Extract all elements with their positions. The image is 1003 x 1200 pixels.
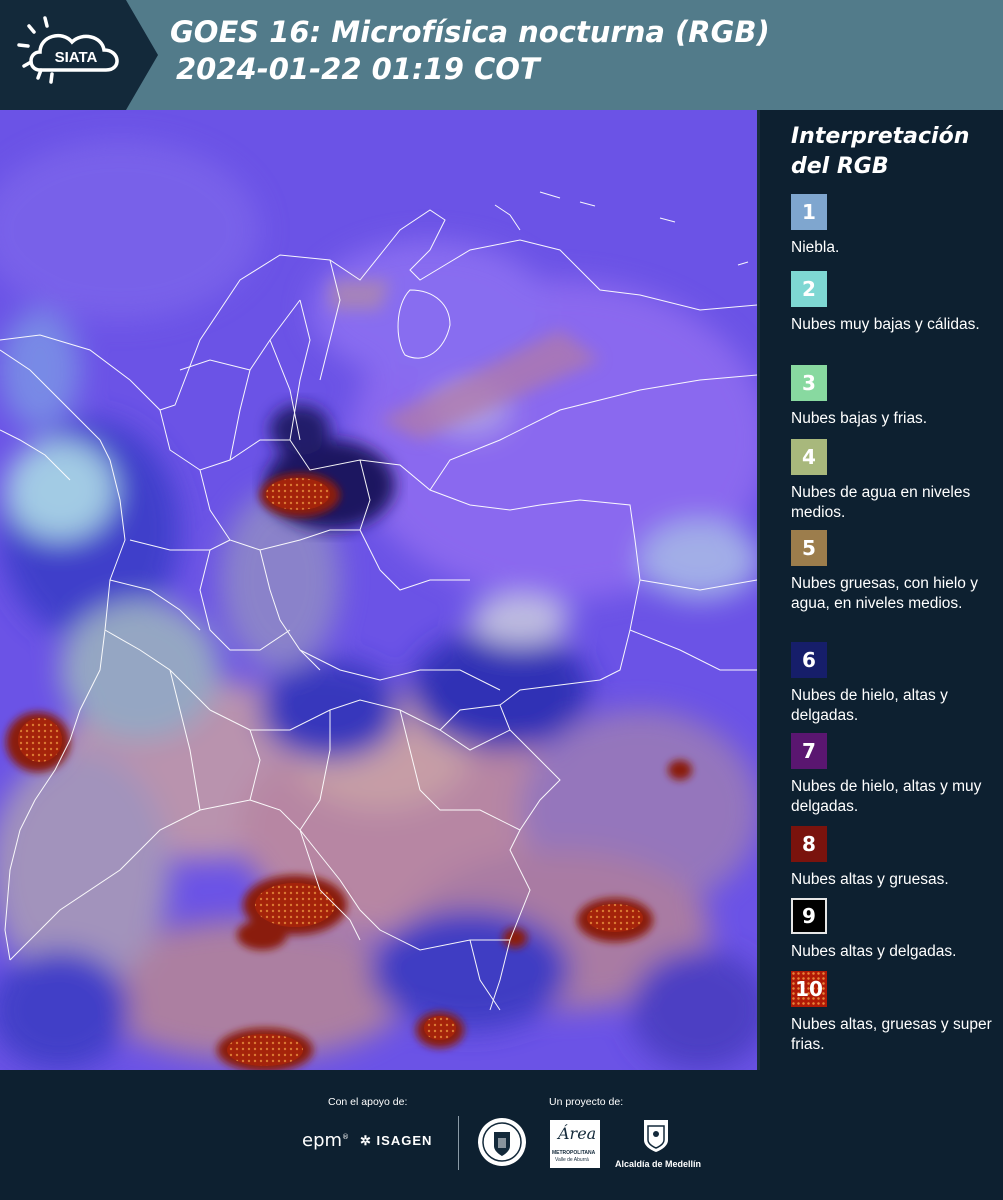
legend-swatch: 4 [791, 439, 827, 475]
isagen-logo: ✲ ISAGEN [360, 1133, 432, 1149]
epm-text: epm [302, 1130, 343, 1151]
legend-item-5: 5 Nubes gruesas, con hielo y agua, en ni… [791, 530, 1001, 614]
satellite-map [0, 110, 757, 1070]
legend-panel: Interpretación del RGB 1 Niebla. 2 Nubes… [757, 110, 1003, 1070]
legend-swatch: 6 [791, 642, 827, 678]
legend-swatch: 7 [791, 733, 827, 769]
legend-item-2: 2 Nubes muy bajas y cálidas. [791, 271, 1001, 335]
legend-label: Niebla. [791, 239, 840, 256]
title-timestamp: 2024-01-22 01:19 COT [176, 52, 540, 86]
legend-item-7: 7 Nubes de hielo, altas y muy delgadas. [791, 733, 1001, 817]
alcaldia-text: Alcaldía de Medellín [614, 1159, 702, 1169]
legend-label: Nubes de hielo, altas y muy delgadas. [791, 778, 982, 815]
legend-title: Interpretación del RGB [791, 122, 969, 182]
legend-swatch: 8 [791, 826, 827, 862]
isagen-mark-icon: ✲ [360, 1133, 372, 1148]
logo-text: SIATA [55, 49, 98, 66]
area-metropolitana-logo: Área METROPOLITANA Valle de Aburrá [550, 1120, 600, 1168]
title-line1: GOES 16: Microfísica nocturna (RGB) [170, 15, 770, 49]
page-title: GOES 16: Microfísica nocturna (RGB) 2024… [170, 14, 770, 88]
support-label: Con el apoyo de: [328, 1096, 408, 1108]
isagen-text: ISAGEN [376, 1133, 433, 1148]
area-text: Área [558, 1124, 597, 1143]
legend-item-3: 3 Nubes bajas y frias. [791, 365, 1001, 429]
legend-swatch: 5 [791, 530, 827, 566]
legend-item-8: 8 Nubes altas y gruesas. [791, 826, 1001, 890]
legend-title-line2: del RGB [791, 154, 889, 179]
alcaldia-shield-icon [644, 1120, 668, 1152]
legend-item-6: 6 Nubes de hielo, altas y delgadas. [791, 642, 1001, 726]
legend-item-4: 4 Nubes de agua en niveles medios. [791, 439, 1001, 523]
area-subtext2: Valle de Aburrá [555, 1157, 589, 1163]
legend-item-10: 10 Nubes altas, gruesas y super frias. [791, 971, 1001, 1055]
footer: Con el apoyo de: Un proyecto de: epm® ✲ … [0, 1070, 1003, 1200]
legend-swatch: 2 [791, 271, 827, 307]
project-label: Un proyecto de: [549, 1096, 624, 1108]
legend-item-9: 9 Nubes altas y delgadas. [791, 898, 1001, 962]
legend-swatch: 9 [791, 898, 827, 934]
legend-label: Nubes altas y gruesas. [791, 871, 949, 888]
legend-label: Nubes altas, gruesas y super frias. [791, 1016, 992, 1053]
epm-logo: epm® [302, 1130, 350, 1151]
footer-divider [458, 1116, 459, 1170]
legend-label: Nubes de agua en niveles medios. [791, 484, 971, 521]
legend-label: Nubes altas y delgadas. [791, 943, 957, 960]
legend-item-1: 1 Niebla. [791, 194, 1001, 258]
legend-swatch: 10 [791, 971, 827, 1007]
siata-logo: SIATA [0, 0, 158, 110]
legend-label: Nubes gruesas, con hielo y agua, en nive… [791, 575, 978, 612]
municipal-seal-icon [478, 1118, 526, 1166]
legend-swatch: 3 [791, 365, 827, 401]
legend-label: Nubes bajas y frias. [791, 410, 928, 427]
legend-title-line1: Interpretación [791, 124, 970, 149]
legend-label: Nubes muy bajas y cálidas. [791, 316, 980, 333]
legend-label: Nubes de hielo, altas y delgadas. [791, 687, 948, 724]
area-subtext: METROPOLITANA [552, 1150, 596, 1156]
legend-swatch: 1 [791, 194, 827, 230]
header: SIATA GOES 16: Microfísica nocturna (RGB… [0, 0, 1003, 110]
